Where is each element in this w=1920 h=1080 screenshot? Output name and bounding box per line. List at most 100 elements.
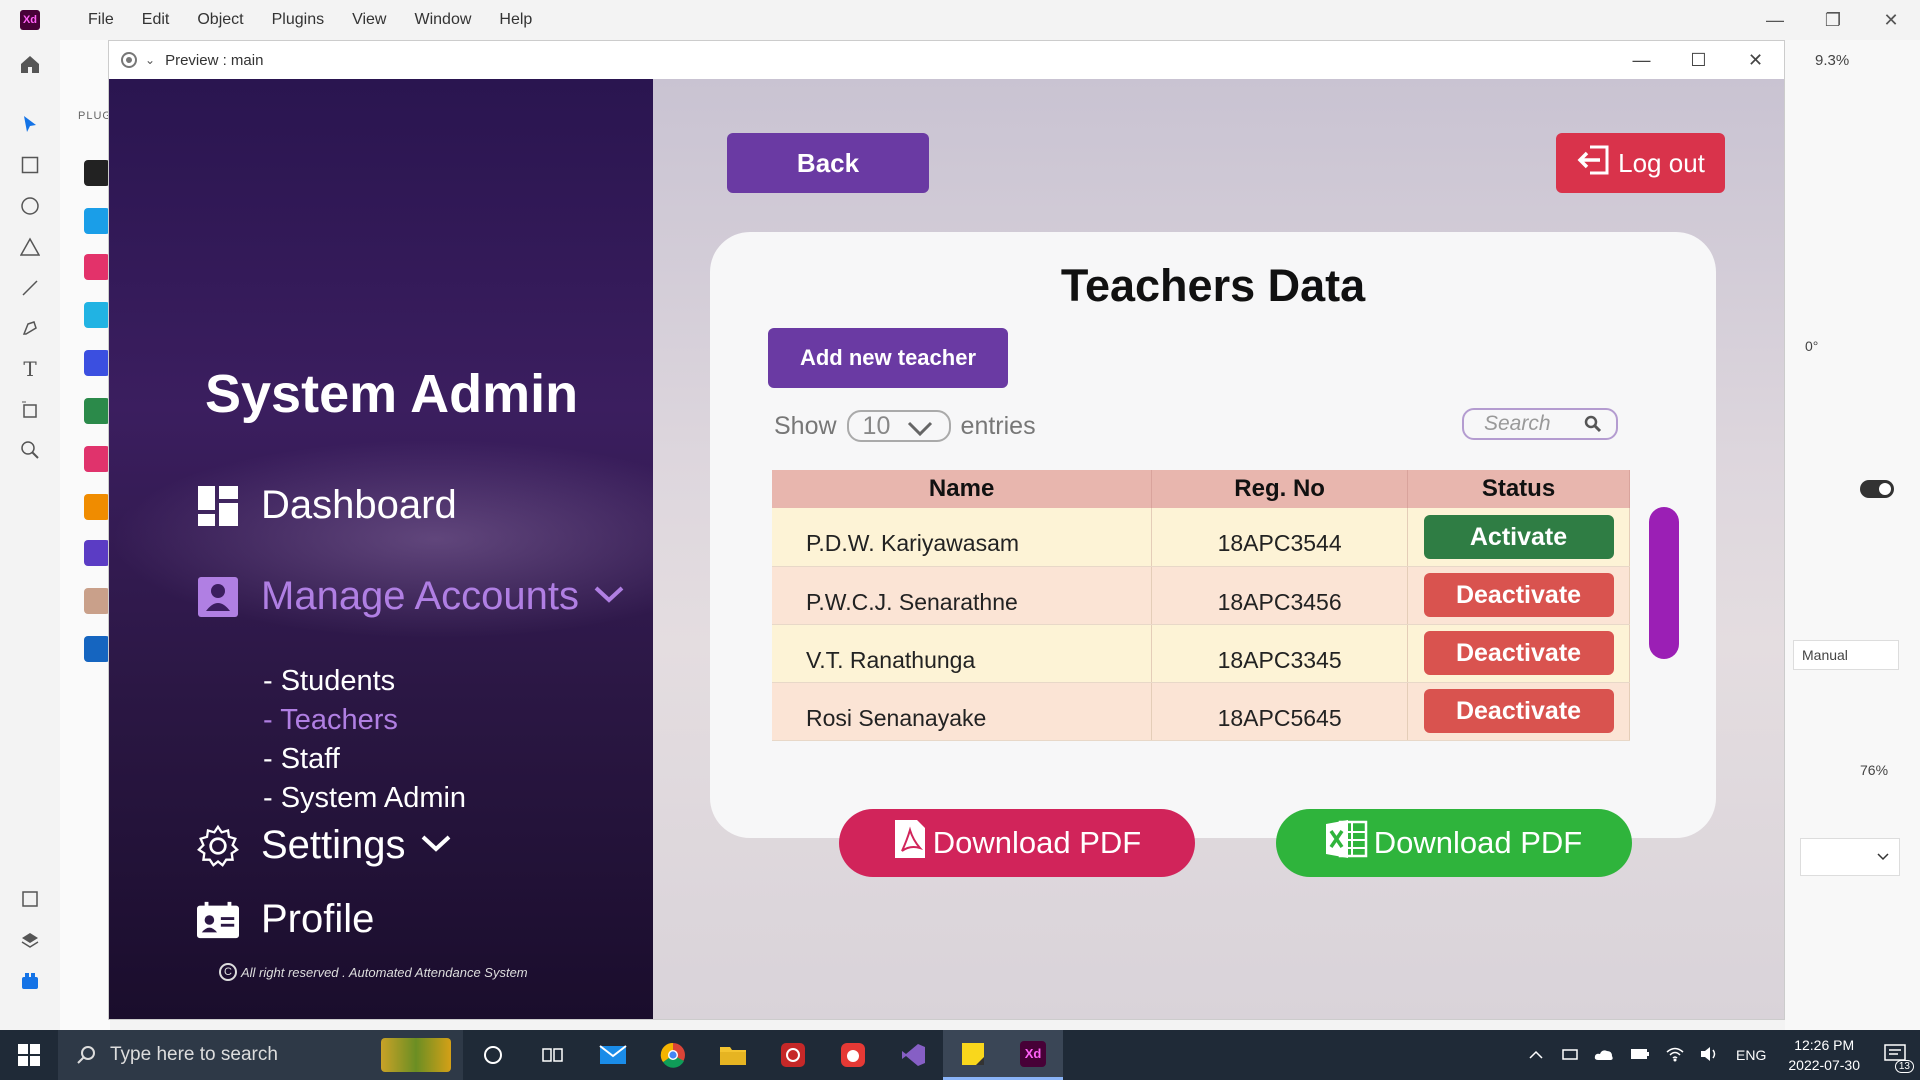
record-icon[interactable] [121, 52, 137, 68]
table-header-row: Name Reg. No Status [772, 470, 1630, 508]
chrome-icon[interactable] [643, 1030, 703, 1080]
line-tool-icon[interactable] [18, 276, 42, 300]
visual-studio-icon[interactable] [883, 1030, 943, 1080]
onedrive-icon[interactable] [1594, 1047, 1614, 1064]
preview-minimize-icon[interactable]: — [1613, 41, 1670, 79]
plugin-icon-1[interactable] [84, 160, 110, 186]
start-button[interactable] [0, 1030, 58, 1080]
sub-system-admin[interactable]: - System Admin [263, 782, 466, 815]
plugin-icon-9[interactable] [84, 540, 110, 566]
cortana-icon[interactable] [463, 1030, 523, 1080]
search-input[interactable]: Search [1462, 408, 1618, 440]
deactivate-button[interactable]: Deactivate [1423, 689, 1614, 733]
plugin-icon-3[interactable] [84, 254, 110, 280]
minimize-icon[interactable]: — [1746, 0, 1804, 40]
plugin-chart-icon[interactable] [84, 636, 110, 662]
sub-staff[interactable]: - Staff [263, 743, 340, 776]
activate-button[interactable]: Activate [1423, 514, 1614, 559]
plugin-icon-7[interactable] [84, 446, 110, 472]
notification-count-badge: 13 [1894, 1059, 1914, 1073]
column-status[interactable]: Status [1407, 470, 1630, 508]
nav-manage-accounts[interactable]: Manage Accounts [197, 574, 625, 619]
chevron-down-icon[interactable]: ⌄ [145, 53, 155, 67]
menu-edit[interactable]: Edit [128, 11, 184, 29]
xd-taskbar-icon[interactable]: Xd [1003, 1030, 1063, 1080]
download-excel-button[interactable]: Download PDF [1276, 809, 1632, 877]
nav-dashboard[interactable]: Dashboard [197, 483, 457, 528]
menu-view[interactable]: View [338, 11, 400, 29]
menu-window[interactable]: Window [400, 11, 485, 29]
plugin-icon-4[interactable] [84, 302, 110, 328]
cell-name: P.D.W. Kariyawasam [772, 508, 1153, 567]
restore-icon[interactable]: ❐ [1804, 0, 1862, 40]
teachers-card: Teachers Data Add new teacher Show 10 en… [710, 232, 1716, 838]
toggle-switch[interactable] [1860, 480, 1894, 501]
menu-help[interactable]: Help [485, 11, 546, 29]
column-name[interactable]: Name [772, 470, 1153, 508]
file-explorer-icon[interactable] [703, 1030, 763, 1080]
table-scrollbar[interactable] [1649, 507, 1679, 659]
clock[interactable]: 12:26 PM 2022-07-30 [1788, 1035, 1860, 1075]
back-button[interactable]: Back [727, 133, 929, 193]
search-placeholder: Search [1484, 412, 1551, 435]
plugins-icon[interactable] [18, 969, 42, 993]
close-icon[interactable]: ✕ [1862, 0, 1920, 40]
zoom-level[interactable]: 9.3% [1815, 52, 1849, 69]
rectangle-tool-icon[interactable] [18, 153, 42, 177]
mode-field[interactable]: Manual [1793, 640, 1899, 670]
preview-maximize-icon[interactable]: ☐ [1670, 41, 1727, 79]
system-tray: ENG 12:26 PM 2022-07-30 13 [1518, 1030, 1920, 1080]
battery-icon[interactable] [1630, 1047, 1650, 1063]
meet-now-icon[interactable] [1562, 1046, 1578, 1065]
teachers-table: Name Reg. No Status P.D.W. Kariyawasam 1… [772, 470, 1630, 741]
notification-center-icon[interactable]: 13 [1884, 1043, 1914, 1073]
menu-object[interactable]: Object [183, 11, 257, 29]
rotation-value[interactable]: 0° [1805, 338, 1818, 354]
sub-students[interactable]: - Students [263, 665, 395, 698]
plugin-icon-6[interactable] [84, 398, 110, 424]
search-icon [77, 1046, 95, 1064]
add-teacher-button[interactable]: Add new teacher [768, 328, 1008, 388]
deactivate-button[interactable]: Deactivate [1423, 573, 1614, 617]
select-tool-icon[interactable] [18, 112, 42, 136]
sticky-notes-icon[interactable] [943, 1030, 1003, 1080]
nav-profile[interactable]: Profile [197, 897, 374, 942]
task-view-icon[interactable] [523, 1030, 583, 1080]
plugin-icon-5[interactable] [84, 350, 110, 376]
screen-recorder-icon[interactable] [763, 1030, 823, 1080]
artboard-tool-icon[interactable] [18, 398, 42, 422]
preview-close-icon[interactable]: ✕ [1727, 41, 1784, 79]
download-pdf-button[interactable]: Download PDF [839, 809, 1195, 877]
mail-icon[interactable] [583, 1030, 643, 1080]
logout-button[interactable]: Log out [1556, 133, 1725, 193]
sub-teachers[interactable]: - Teachers [263, 704, 398, 737]
app-red-icon[interactable] [823, 1030, 883, 1080]
document-assets-icon[interactable] [18, 887, 42, 911]
polygon-tool-icon[interactable] [18, 235, 42, 259]
nav-settings[interactable]: Settings [197, 823, 452, 868]
deactivate-button[interactable]: Deactivate [1423, 631, 1614, 675]
wifi-icon[interactable] [1666, 1046, 1684, 1065]
opacity-value[interactable]: 76% [1860, 762, 1888, 778]
xd-logo: Xd [20, 10, 40, 30]
column-reg-no[interactable]: Reg. No [1151, 470, 1409, 508]
plugin-icon-8[interactable] [84, 494, 110, 520]
input-language[interactable]: ENG [1736, 1047, 1766, 1063]
menu-plugins[interactable]: Plugins [258, 11, 338, 29]
download-excel-label: Download PDF [1373, 825, 1583, 860]
text-tool-icon[interactable]: T [18, 357, 42, 381]
cell-reg-no: 18APC3544 [1151, 508, 1409, 567]
zoom-tool-icon[interactable] [18, 438, 42, 462]
entries-select[interactable]: 10 [846, 410, 951, 442]
plugin-avatar-icon[interactable] [84, 588, 110, 614]
home-icon[interactable] [18, 52, 42, 76]
menu-file[interactable]: File [74, 11, 128, 29]
blend-dropdown[interactable] [1800, 838, 1900, 876]
plugin-calendar-icon[interactable] [84, 208, 110, 234]
layers-icon[interactable] [18, 928, 42, 952]
pen-tool-icon[interactable] [18, 316, 42, 340]
ellipse-tool-icon[interactable] [18, 194, 42, 218]
volume-icon[interactable] [1700, 1046, 1718, 1065]
taskbar-search-input[interactable]: Type here to search [58, 1030, 463, 1080]
chevron-up-icon[interactable] [1528, 1047, 1544, 1063]
